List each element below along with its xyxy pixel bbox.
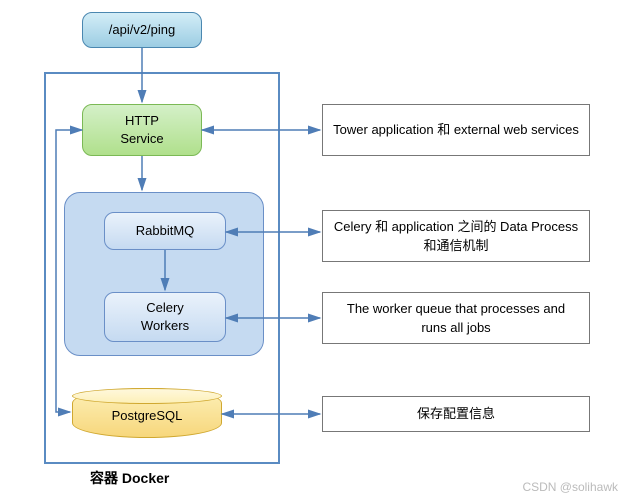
http-description-text: Tower application 和 external web service… [333,120,579,140]
postgres-node: PostgreSQL [72,388,222,438]
http-service-label: HTTP Service [120,112,163,148]
celery-label: Celery Workers [141,299,189,335]
rabbitmq-description: Celery 和 application 之间的 Data Process 和通… [322,210,590,262]
api-ping-node: /api/v2/ping [82,12,202,48]
postgres-label: PostgreSQL [112,408,183,423]
api-ping-label: /api/v2/ping [109,21,176,39]
watermark: CSDN @solihawk [522,480,618,494]
rabbitmq-description-text: Celery 和 application 之间的 Data Process 和通… [333,217,579,256]
postgres-description-text: 保存配置信息 [417,404,495,424]
docker-container-label: 容器 Docker [90,468,169,488]
rabbitmq-label: RabbitMQ [136,222,195,240]
http-description: Tower application 和 external web service… [322,104,590,156]
http-service-node: HTTP Service [82,104,202,156]
postgres-description: 保存配置信息 [322,396,590,432]
architecture-diagram: /api/v2/ping 容器 Docker HTTP Service Rabb… [0,0,626,500]
celery-description: The worker queue that processes and runs… [322,292,590,344]
celery-description-text: The worker queue that processes and runs… [333,299,579,338]
celery-node: Celery Workers [104,292,226,342]
rabbitmq-node: RabbitMQ [104,212,226,250]
